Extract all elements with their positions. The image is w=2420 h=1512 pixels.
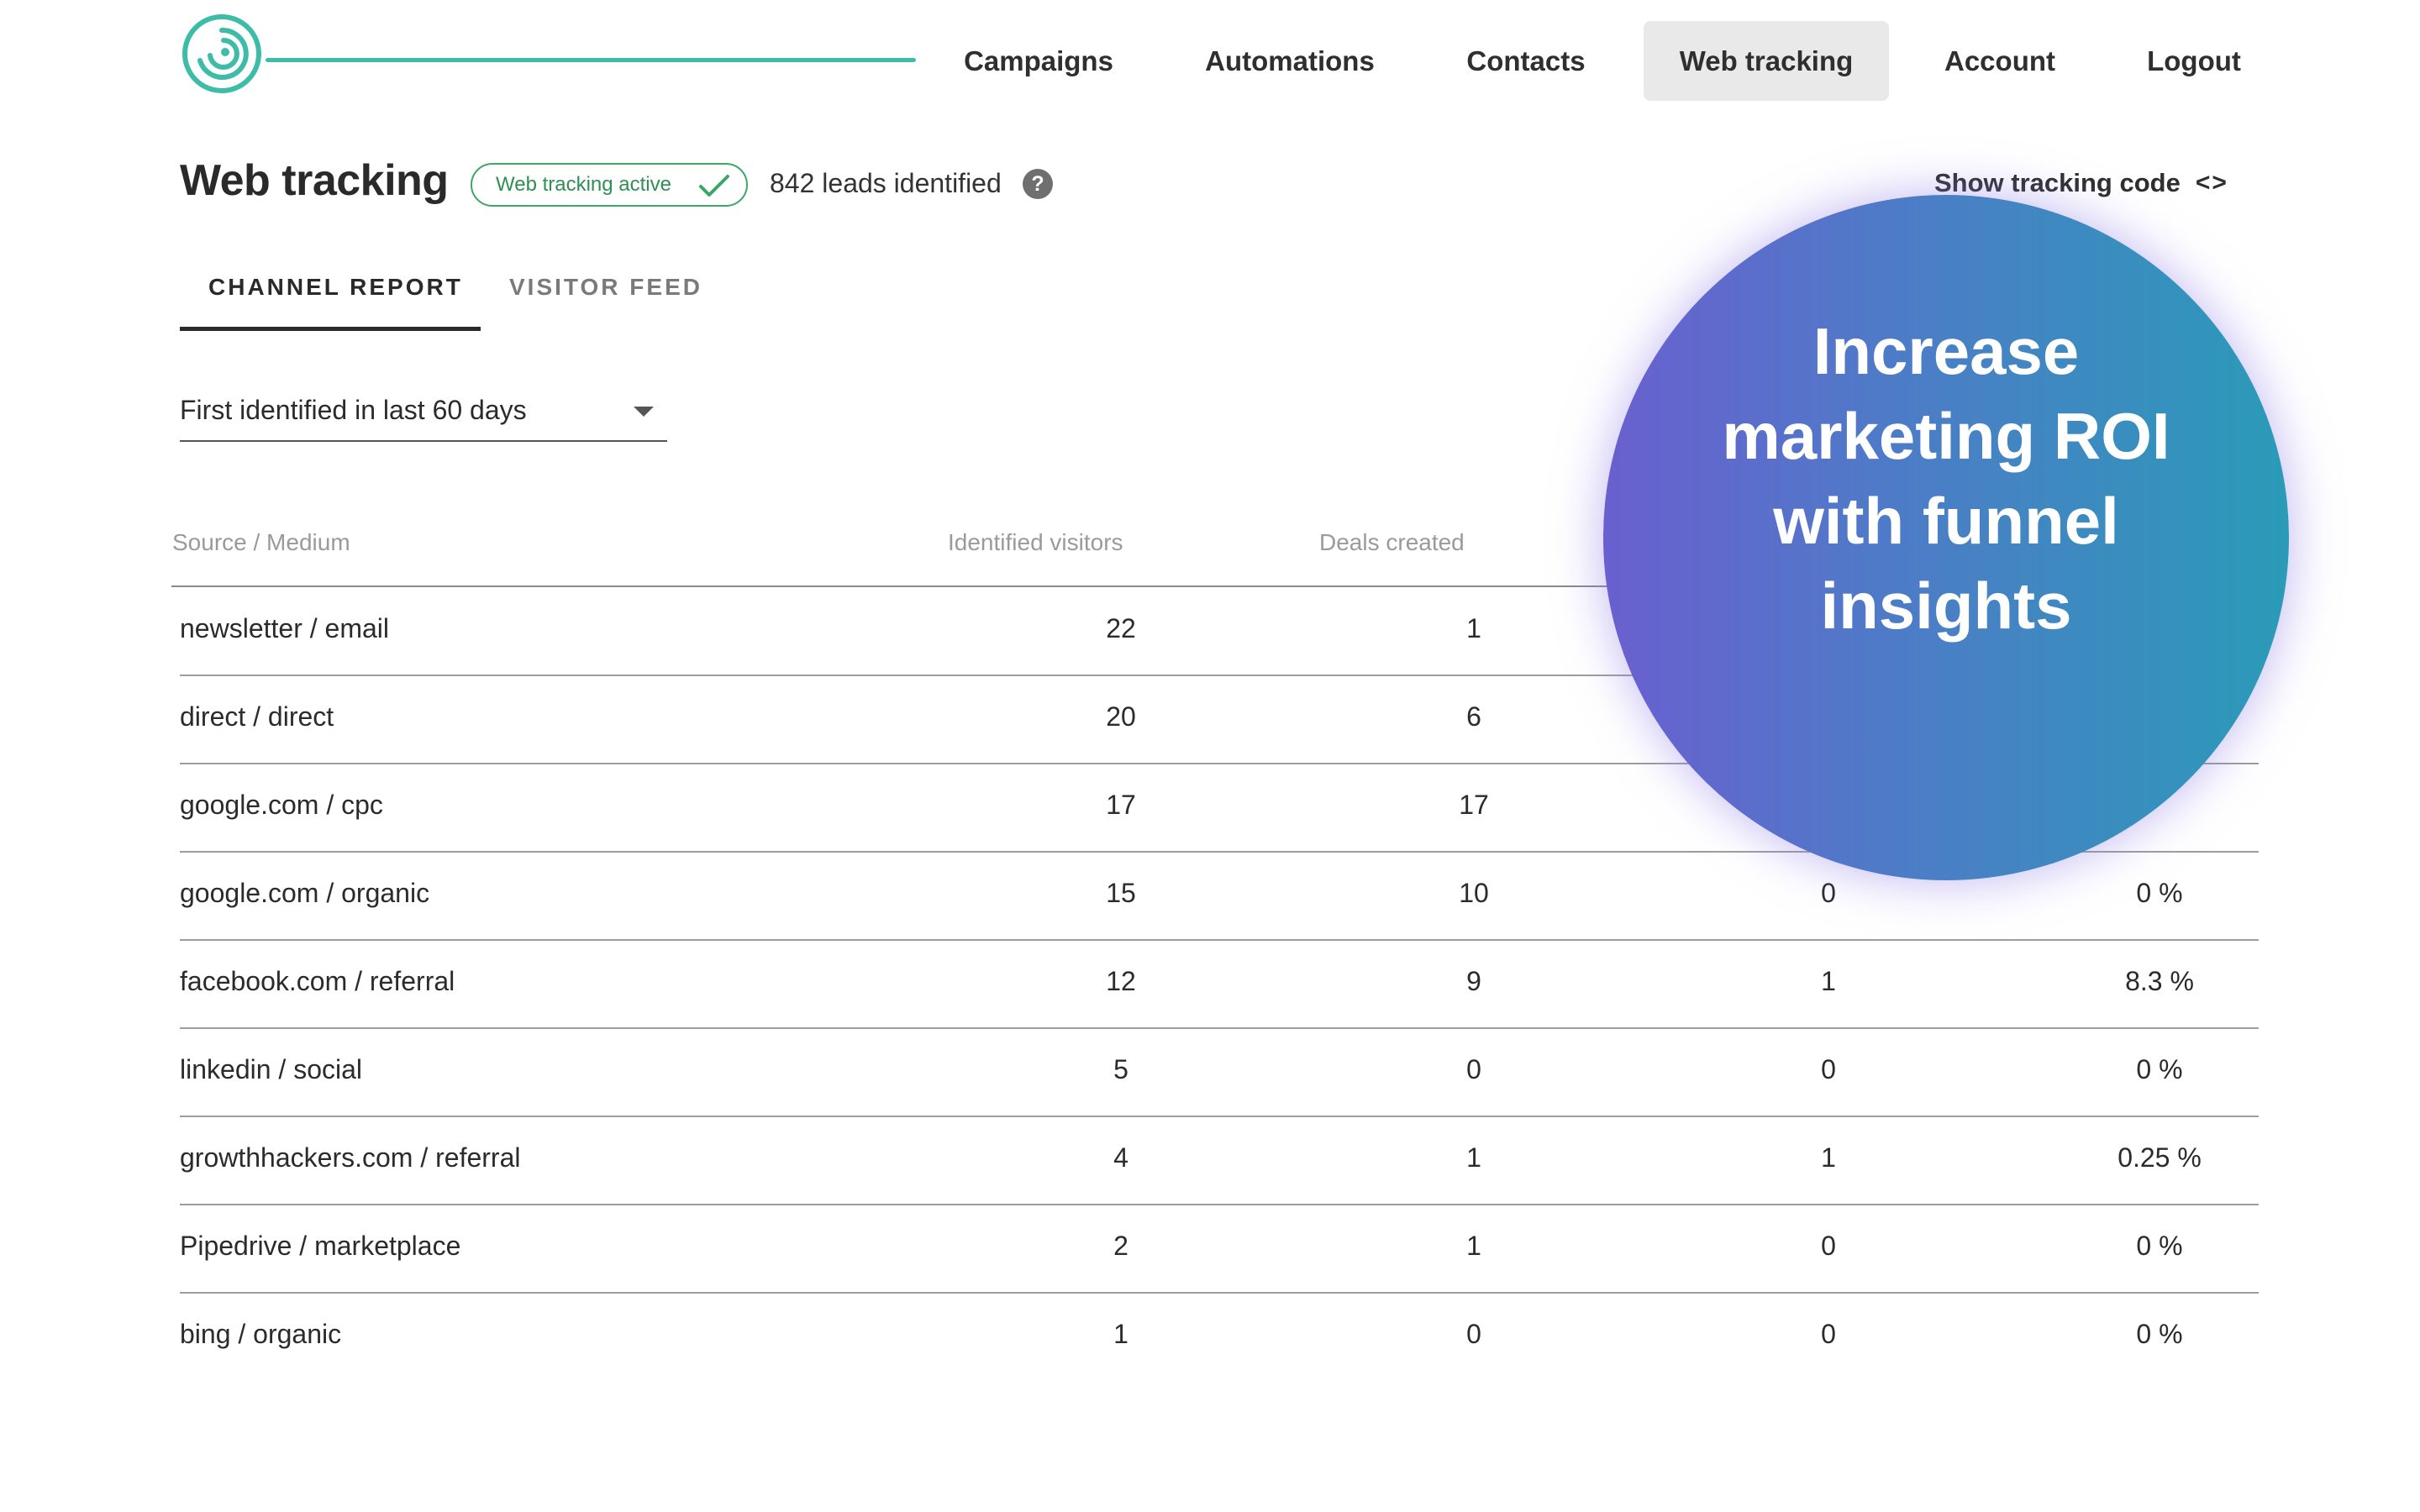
tab-channel-report[interactable]: CHANNEL REPORT [208, 274, 463, 301]
top-navigation: Campaigns Automations Contacts Web track… [0, 21, 2420, 101]
table-row: bing / organic 1 0 0 0 % [180, 1294, 2259, 1382]
cell-deals: 1 [1466, 1142, 1481, 1173]
cell-source: google.com / organic [180, 878, 430, 908]
checkmark-icon [699, 175, 729, 197]
cell-deals: 0 [1466, 1054, 1481, 1084]
column-header-deals: Deals created [1319, 529, 1465, 555]
tracking-code-label: Show tracking code [1934, 168, 2181, 197]
cell-visitors: 12 [1106, 966, 1136, 996]
cell-source: bing / organic [180, 1319, 342, 1349]
active-tab-indicator [180, 327, 481, 331]
cell-visitors: 20 [1106, 701, 1136, 732]
tracking-status-badge: Web tracking active [471, 163, 748, 207]
table-row: facebook.com / referral 12 9 1 8.3 % [180, 941, 2259, 1029]
nav-logout[interactable]: Logout [2123, 21, 2265, 101]
tab-visitor-feed[interactable]: VISITOR FEED [509, 274, 702, 301]
cell-source: newsletter / email [180, 613, 389, 643]
promo-bubble: Increase marketing ROI with funnel insig… [1603, 195, 2289, 880]
nav-web-tracking[interactable]: Web tracking [1644, 21, 1889, 101]
cell-source: facebook.com / referral [180, 966, 455, 996]
show-tracking-code-link[interactable]: Show tracking code <> [1934, 168, 2228, 198]
web-tracking-page: Campaigns Automations Contacts Web track… [0, 0, 2420, 1512]
promo-headline: Increase marketing ROI with funnel insig… [1722, 314, 2170, 643]
cell-visitors: 17 [1106, 790, 1136, 820]
cell-conversion-rate: 0 % [2136, 878, 2183, 908]
cell-visitors: 1 [1113, 1319, 1128, 1349]
nav-campaigns[interactable]: Campaigns [939, 21, 1138, 101]
cell-deals: 17 [1459, 790, 1489, 820]
table-row: growthhackers.com / referral 4 1 1 0.25 … [180, 1117, 2259, 1205]
nav-account[interactable]: Account [1924, 21, 2075, 101]
cell-source: google.com / cpc [180, 790, 383, 820]
cell-visitors: 5 [1113, 1054, 1128, 1084]
cell-source: Pipedrive / marketplace [180, 1231, 461, 1261]
cell-conversion-rate: 0.25 % [2118, 1142, 2202, 1173]
cell-conversion-rate: 0 % [2136, 1054, 2183, 1084]
cell-deals-won: 0 [1821, 1054, 1836, 1084]
dropdown-selected-value: First identified in last 60 days [180, 395, 527, 425]
table-row: linkedin / social 5 0 0 0 % [180, 1029, 2259, 1117]
table-row: Pipedrive / marketplace 2 1 0 0 % [180, 1205, 2259, 1294]
cell-conversion-rate: 0 % [2136, 1319, 2183, 1349]
cell-deals: 1 [1466, 613, 1481, 643]
cell-deals-won: 1 [1821, 966, 1836, 996]
cell-deals: 1 [1466, 1231, 1481, 1261]
cell-source: growthhackers.com / referral [180, 1142, 521, 1173]
caret-down-icon [634, 407, 654, 417]
cell-source: direct / direct [180, 701, 334, 732]
nav-automations[interactable]: Automations [1180, 21, 1400, 101]
cell-deals-won: 1 [1821, 1142, 1836, 1173]
status-badge-label: Web tracking active [496, 173, 671, 196]
cell-deals: 9 [1466, 966, 1481, 996]
cell-deals: 10 [1459, 878, 1489, 908]
column-header-visitors: Identified visitors [948, 529, 1123, 555]
code-brackets-icon: <> [2195, 169, 2228, 197]
cell-conversion-rate: 0 % [2136, 1231, 2183, 1261]
cell-visitors: 15 [1106, 878, 1136, 908]
cell-visitors: 2 [1113, 1231, 1128, 1261]
nav-contacts[interactable]: Contacts [1437, 21, 1615, 101]
cell-deals: 0 [1466, 1319, 1481, 1349]
cell-source: linkedin / social [180, 1054, 362, 1084]
column-header-source: Source / Medium [172, 529, 350, 555]
cell-deals-won: 0 [1821, 878, 1836, 908]
leads-identified-count: 842 leads identified [770, 168, 1002, 198]
page-title: Web tracking [180, 156, 449, 205]
cell-conversion-rate: 8.3 % [2125, 966, 2194, 996]
cell-deals-won: 0 [1821, 1319, 1836, 1349]
cell-visitors: 22 [1106, 613, 1136, 643]
date-range-dropdown[interactable]: First identified in last 60 days [180, 386, 667, 442]
help-icon[interactable]: ? [1023, 169, 1053, 199]
cell-deals-won: 0 [1821, 1231, 1836, 1261]
cell-deals: 6 [1466, 701, 1481, 732]
cell-visitors: 4 [1113, 1142, 1128, 1173]
